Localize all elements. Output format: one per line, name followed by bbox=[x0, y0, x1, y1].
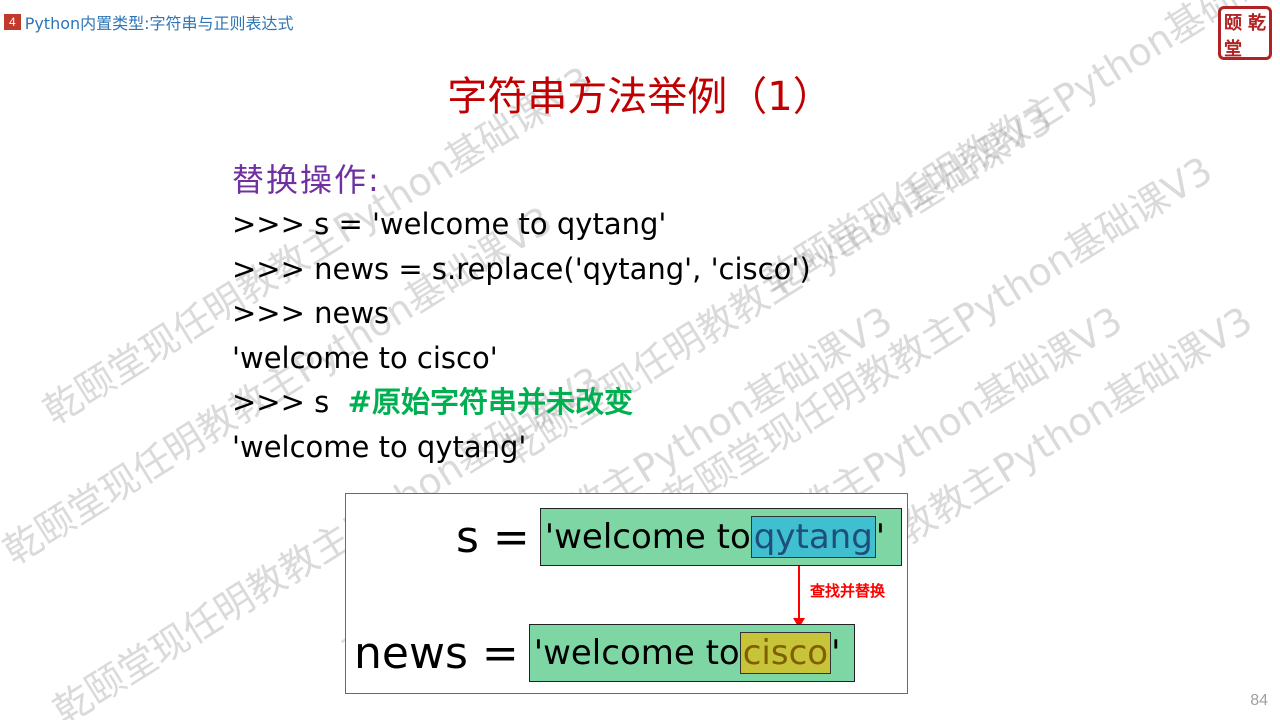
chapter-header: 4 Python内置类型:字符串与正则表达式 bbox=[0, 10, 294, 34]
variable-label: news = bbox=[354, 627, 519, 679]
string-prefix: 'welcome to bbox=[533, 633, 740, 673]
string-suffix: ' bbox=[875, 517, 886, 557]
new-string-row: news = 'welcome to cisco ' bbox=[354, 624, 855, 682]
original-string-row: s = 'welcome to qytang ' bbox=[456, 508, 902, 566]
seal-char: 颐 bbox=[1224, 13, 1242, 34]
section-subtitle: 替换操作: bbox=[232, 161, 381, 199]
old-substring-highlight: qytang bbox=[750, 516, 876, 558]
chapter-title: Python内置类型:字符串与正则表达式 bbox=[24, 14, 294, 33]
seal-char: 乾 bbox=[1248, 13, 1266, 34]
code-line: >>> news bbox=[232, 296, 390, 330]
seal-char: 堂 bbox=[1224, 39, 1242, 60]
watermark-text: 乾颐堂现任明教教主Python基础课V3 bbox=[755, 0, 1280, 304]
code-line-with-comment: >>> s #原始字符串并未改变 bbox=[232, 380, 811, 425]
code-example: 替换操作: >>> s = 'welcome to qytang' >>> ne… bbox=[232, 158, 811, 469]
code-line: 'welcome to qytang' bbox=[232, 429, 527, 464]
replace-diagram: s = 'welcome to qytang ' 查找并替换 news = 'we… bbox=[345, 493, 908, 694]
string-box: 'welcome to cisco ' bbox=[528, 624, 855, 682]
page-number: 84 bbox=[1250, 692, 1268, 709]
string-prefix: 'welcome to bbox=[544, 517, 751, 557]
logo-seal: 颐 乾 堂 bbox=[1218, 6, 1272, 60]
replace-arrow bbox=[798, 566, 800, 624]
replace-arrow-label: 查找并替换 bbox=[810, 582, 886, 600]
string-box: 'welcome to qytang ' bbox=[539, 508, 902, 566]
new-substring-highlight: cisco bbox=[739, 632, 832, 674]
slide-title: 字符串方法举例（1） bbox=[447, 74, 833, 120]
variable-label: s = bbox=[456, 511, 530, 563]
code-line: 'welcome to cisco' bbox=[232, 340, 498, 375]
code-line: >>> s = 'welcome to qytang' bbox=[232, 207, 667, 241]
chapter-number-badge: 4 bbox=[4, 14, 21, 30]
code-comment: #原始字符串并未改变 bbox=[347, 385, 633, 419]
string-suffix: ' bbox=[831, 633, 841, 673]
code-line: >>> news = s.replace('qytang', 'cisco') bbox=[232, 251, 811, 286]
code-text: >>> s bbox=[232, 385, 330, 419]
